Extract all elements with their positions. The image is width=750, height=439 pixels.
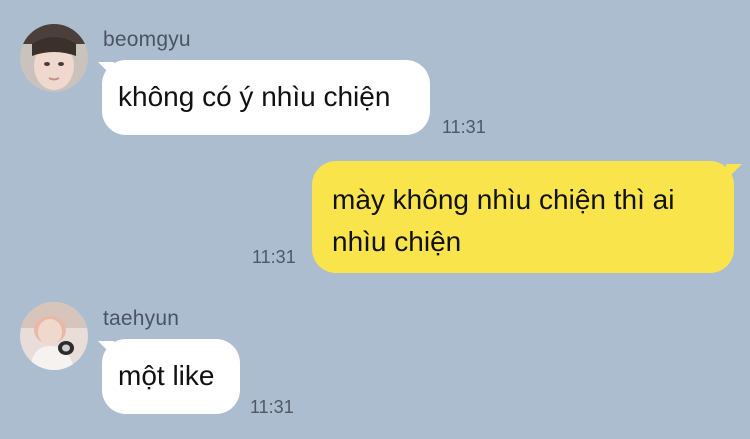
message-timestamp: 11:31 <box>442 117 486 137</box>
message-text-line: mày không nhìu chiện thì ai <box>332 184 675 215</box>
avatar-taehyun[interactable] <box>20 302 88 370</box>
bubble-tail <box>726 164 742 180</box>
message-bubble[interactable]: một like <box>102 339 240 414</box>
message-text-line: nhìu chiện <box>332 226 462 257</box>
message-bubble[interactable]: mày không nhìu chiện thì ai nhìu chiện <box>312 161 734 273</box>
message-text: một like <box>118 360 215 391</box>
sender-name: taehyun <box>103 307 180 330</box>
avatar-beomgyu[interactable] <box>20 24 88 92</box>
message-timestamp: 11:31 <box>250 397 294 417</box>
message-timestamp: 11:31 <box>252 247 296 267</box>
chat-window: beomgyu không có ý nhìu chiện 11:31 11:3… <box>0 0 750 439</box>
message-text: không có ý nhìu chiện <box>118 81 391 112</box>
sender-name: beomgyu <box>103 28 191 51</box>
message-bubble[interactable]: không có ý nhìu chiện <box>102 60 430 135</box>
